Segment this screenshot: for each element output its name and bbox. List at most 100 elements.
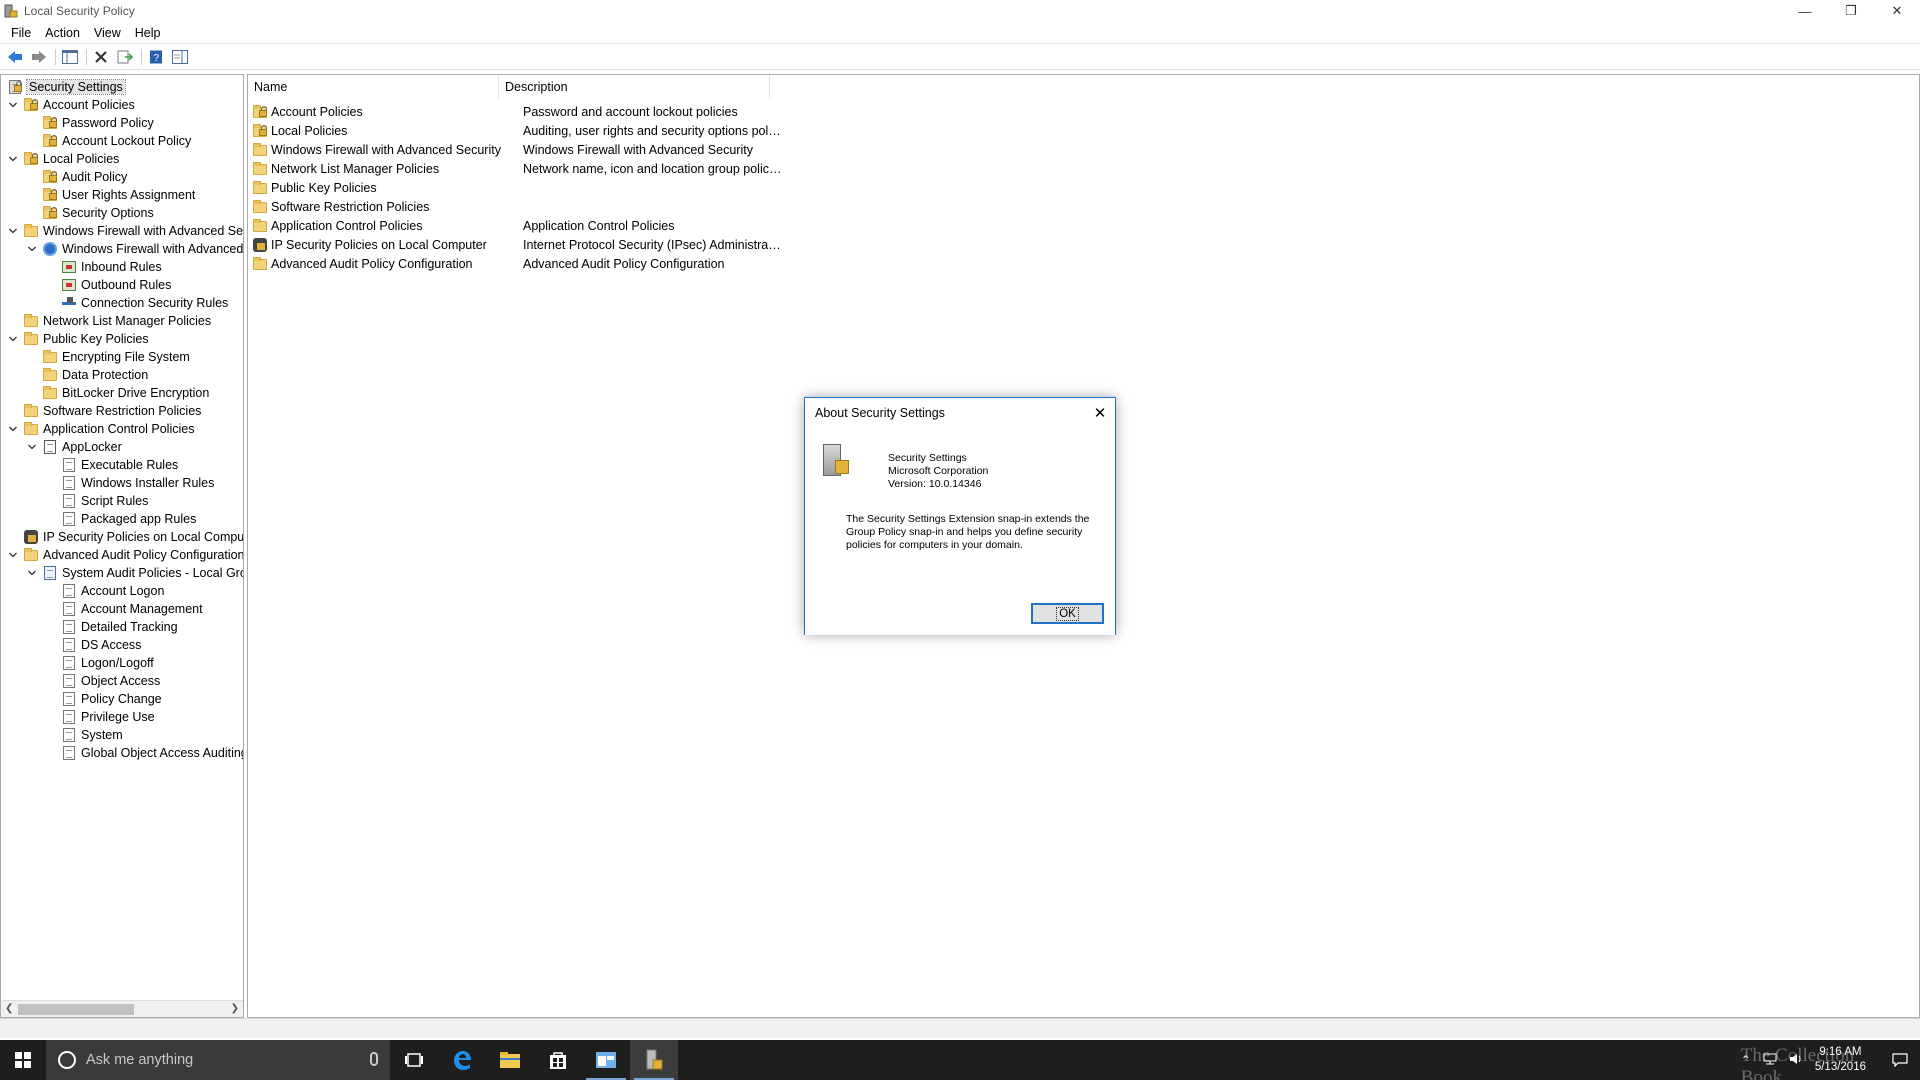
list-item[interactable]: Network List Manager Policies Network nam… [252,159,783,178]
tree-item[interactable]: Windows Installer Rules [45,474,214,492]
store-icon[interactable] [534,1040,582,1080]
tree-item[interactable]: Public Key Policies [7,330,149,348]
show-hide-console-tree-icon[interactable] [59,47,81,67]
tree-horizontal-scrollbar[interactable]: ❮ ❯ [1,1000,243,1017]
list-item[interactable]: Application Control Policies Application … [252,216,783,235]
expand-chevron-icon[interactable] [26,441,38,453]
tree-item[interactable]: Connection Security Rules [45,294,228,312]
tree-item[interactable]: Windows Firewall with Advanced Secu [7,222,243,240]
console-tree[interactable]: Security Settings Account Policies Passwor… [0,74,244,1018]
tree-item[interactable]: Packaged app Rules [45,510,196,528]
expand-chevron-icon[interactable] [26,567,38,579]
scrollbar-thumb[interactable] [18,1004,134,1015]
list-item[interactable]: Public Key Policies [252,178,783,197]
tree-item-label: Account Management [81,602,203,616]
restore-button[interactable]: ❐ [1828,0,1874,22]
list-item[interactable]: Software Restriction Policies [252,197,783,216]
show-hide-action-pane-icon[interactable] [169,47,191,67]
mmc-console-icon[interactable] [582,1040,630,1080]
help-icon[interactable]: ? [145,47,167,67]
folder-icon [23,403,39,419]
tree-item[interactable]: User Rights Assignment [26,186,195,204]
tree-item[interactable]: Local Policies [7,150,119,168]
expand-chevron-icon[interactable] [7,153,19,165]
file-explorer-icon[interactable] [486,1040,534,1080]
expand-chevron-icon[interactable] [7,333,19,345]
cortana-icon [58,1051,76,1069]
list-item[interactable]: Advanced Audit Policy Configuration Advan… [252,254,783,273]
export-list-icon[interactable] [114,47,136,67]
scroll-left-icon[interactable]: ❮ [5,1003,13,1014]
tree-item[interactable]: Data Protection [26,366,148,384]
menu-help[interactable]: Help [128,23,168,43]
tree-item[interactable]: Windows Firewall with Advanced [26,240,243,258]
task-view-icon[interactable] [390,1040,438,1080]
tree-item[interactable]: Account Lockout Policy [26,132,191,150]
dialog-close-icon[interactable]: ✕ [1091,404,1109,422]
microphone-icon[interactable] [370,1052,378,1066]
expand-chevron-icon[interactable] [7,225,19,237]
tree-item[interactable]: DS Access [45,636,141,654]
windows-logo-icon [15,1052,31,1068]
tree-item[interactable]: Password Policy [26,114,154,132]
expand-chevron-icon[interactable] [7,423,19,435]
tree-item[interactable]: Logon/Logoff [45,654,154,672]
toolbar: ? [0,45,1920,70]
tree-item[interactable]: Global Object Access Auditing [45,744,243,762]
cortana-search-box[interactable]: Ask me anything [46,1040,390,1080]
tree-item[interactable]: Account Policies [7,96,135,114]
tree-item[interactable]: Object Access [45,672,160,690]
scroll-right-icon[interactable]: ❯ [231,1003,239,1014]
tree-item[interactable]: System [45,726,123,744]
forward-arrow-icon[interactable] [28,47,50,67]
tree-item[interactable]: AppLocker [26,438,122,456]
list-item-description: Advanced Audit Policy Configuration [523,256,725,271]
close-window-button[interactable]: ✕ [1874,0,1920,22]
expand-chevron-icon[interactable] [7,549,19,561]
tree-item[interactable]: Script Rules [45,492,148,510]
tree-item[interactable]: IP Security Policies on Local Compute [7,528,243,546]
folder-icon [42,349,58,365]
menu-action[interactable]: Action [38,23,87,43]
delete-icon[interactable] [90,47,112,67]
local-security-policy-taskbar-icon[interactable] [630,1040,678,1080]
tree-item[interactable]: Policy Change [45,690,162,708]
expand-chevron-icon[interactable] [7,99,19,111]
title-bar: Local Security Policy — ❐ ✕ [0,0,1920,22]
start-button[interactable] [0,1040,46,1080]
tree-item[interactable]: Advanced Audit Policy Configuration [7,546,243,564]
tree-item[interactable]: Audit Policy [26,168,127,186]
tree-item[interactable]: Account Management [45,600,203,618]
list-item[interactable]: IP Security Policies on Local Computer In… [252,235,783,254]
tree-item[interactable]: Network List Manager Policies [7,312,211,330]
tree-item[interactable]: Security Settings [7,78,126,96]
tree-item[interactable]: Executable Rules [45,456,178,474]
menu-file[interactable]: File [4,23,38,43]
tree-item[interactable]: Security Options [26,204,154,222]
ok-button[interactable]: OK [1031,603,1104,624]
column-header-description[interactable]: Description [499,75,770,99]
menu-view[interactable]: View [87,23,128,43]
document-icon [61,655,77,671]
minimize-button[interactable]: — [1782,0,1828,22]
edge-browser-icon[interactable] [438,1040,486,1080]
tree-item[interactable]: Software Restriction Policies [7,402,201,420]
tree-item[interactable]: Inbound Rules [45,258,162,276]
back-arrow-icon[interactable] [4,47,26,67]
tree-item-label: Windows Firewall with Advanced [62,242,244,256]
list-item[interactable]: Windows Firewall with Advanced Security W… [252,140,783,159]
tree-item[interactable]: Detailed Tracking [45,618,178,636]
tree-item[interactable]: Application Control Policies [7,420,194,438]
watermark-text: The Collection Book [1740,1045,1855,1080]
tree-item[interactable]: System Audit Policies - Local Grou [26,564,243,582]
expand-chevron-icon[interactable] [26,243,38,255]
column-header-name[interactable]: Name [248,75,499,99]
tree-item[interactable]: BitLocker Drive Encryption [26,384,209,402]
tree-item[interactable]: Privilege Use [45,708,155,726]
tree-item[interactable]: Account Logon [45,582,164,600]
list-item[interactable]: Account Policies Password and account loc… [252,102,783,121]
tree-item[interactable]: Outbound Rules [45,276,171,294]
list-item[interactable]: Local Policies Auditing, user rights and … [252,121,783,140]
document-icon [61,601,77,617]
tree-item[interactable]: Encrypting File System [26,348,190,366]
